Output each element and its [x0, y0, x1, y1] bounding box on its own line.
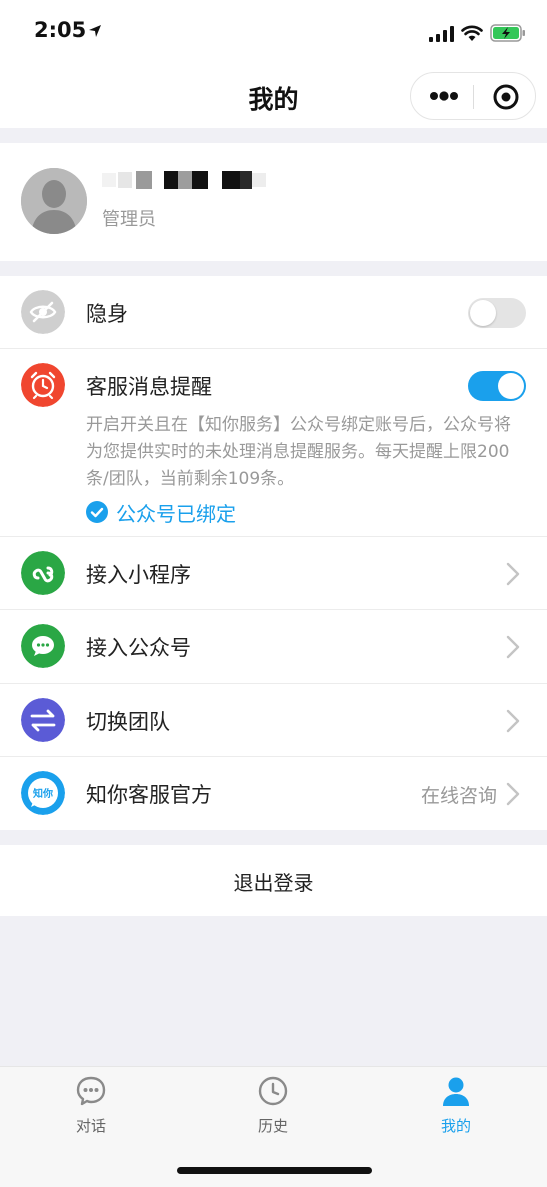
user-role: 管理员 — [102, 209, 156, 230]
online-consult-label: 在线咨询 — [420, 785, 497, 807]
tab-mine[interactable]: 我的 — [396, 1073, 516, 1143]
chevron-right-icon — [506, 709, 520, 733]
person-icon — [443, 1077, 469, 1106]
wifi-icon — [461, 25, 483, 41]
default-avatar-icon — [21, 168, 87, 234]
chat-bubble-icon — [21, 624, 65, 668]
setting-miniprogram[interactable]: 接入小程序 — [0, 537, 547, 610]
tab-chat[interactable]: 对话 — [31, 1073, 151, 1143]
username-redacted — [102, 171, 266, 189]
tab-history-label: 历史 — [257, 1117, 288, 1135]
more-icon[interactable] — [429, 88, 459, 104]
toggle-knob — [498, 373, 524, 399]
switch-arrows-icon — [21, 698, 65, 742]
toggle-knob — [470, 300, 496, 326]
cellular-signal-icon — [429, 26, 454, 42]
capsule-divider — [473, 85, 474, 109]
setting-official-account[interactable]: 接入公众号 — [0, 610, 547, 683]
tab-mine-label: 我的 — [440, 1117, 471, 1135]
setting-invisible: 隐身 — [0, 276, 547, 349]
setting-invisible-label: 隐身 — [86, 302, 128, 326]
tab-chat-label: 对话 — [75, 1117, 106, 1135]
location-arrow-icon — [89, 25, 101, 37]
setting-switch-team[interactable]: 切换团队 — [0, 684, 547, 757]
status-time: 2:05 — [34, 18, 87, 42]
logout-button[interactable]: 退出登录 — [0, 867, 547, 896]
chat-bubble-icon — [76, 1076, 106, 1106]
invisible-toggle[interactable] — [468, 298, 526, 328]
zhini-logo-icon: 知你 — [21, 771, 65, 815]
logout-card: 退出登录 — [0, 845, 547, 916]
clock-icon — [258, 1076, 288, 1106]
setting-miniprogram-label: 接入小程序 — [86, 563, 191, 587]
chevron-right-icon — [506, 562, 520, 586]
setting-switch-team-label: 切换团队 — [86, 710, 170, 734]
zhini-logo-text: 知你 — [32, 787, 53, 800]
reminder-toggle[interactable] — [468, 371, 526, 401]
home-indicator[interactable] — [177, 1167, 372, 1174]
profile-card[interactable]: 管理员 — [0, 143, 547, 261]
bound-status-label: 公众号已绑定 — [116, 502, 236, 526]
alarm-clock-icon — [21, 363, 65, 407]
mini-program-capsule — [410, 72, 536, 120]
reminder-description: 开启开关且在【知你服务】公众号绑定账号后，公众号将为您提供实时的未处理消息提醒服… — [86, 415, 511, 489]
check-circle-icon — [86, 501, 108, 523]
setting-reminder-label: 客服消息提醒 — [86, 375, 212, 399]
nav-bar: 我的 — [0, 66, 547, 128]
tab-history[interactable]: 历史 — [213, 1073, 333, 1143]
status-bar: 2:05 — [0, 0, 547, 66]
settings-list: 隐身 客服消息提醒 开启开关且在【知你服务】公众号绑定账号后，公众号将为您提供实… — [0, 276, 547, 830]
close-miniprogram-icon[interactable] — [493, 84, 519, 110]
chevron-right-icon — [506, 782, 520, 806]
miniprogram-icon — [21, 551, 65, 595]
setting-official-service[interactable]: 知你 知你客服官方 在线咨询 — [0, 757, 547, 830]
setting-official-account-label: 接入公众号 — [86, 636, 191, 660]
avatar[interactable] — [21, 168, 87, 234]
battery-charging-icon — [490, 24, 525, 42]
setting-official-service-label: 知你客服官方 — [86, 783, 212, 807]
eye-off-icon — [21, 290, 65, 334]
chevron-right-icon — [506, 635, 520, 659]
